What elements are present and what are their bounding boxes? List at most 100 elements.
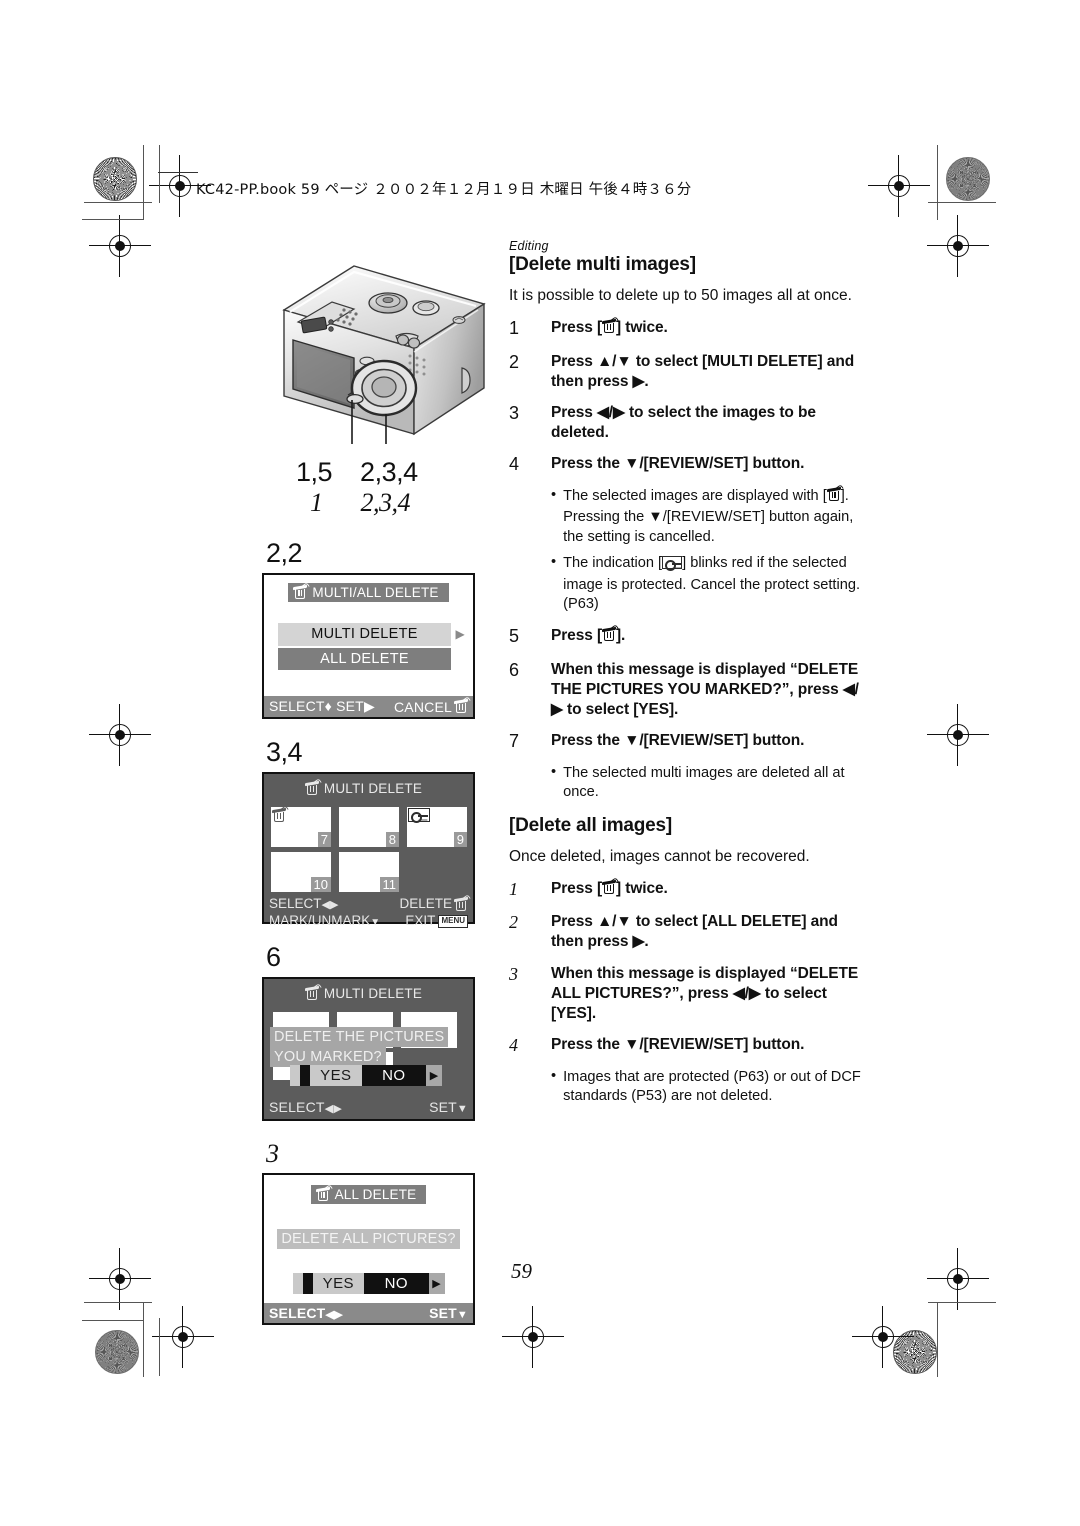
no-button[interactable]: NO <box>361 1065 426 1086</box>
bullet-text: The indication [] blinks red if the sele… <box>563 555 861 613</box>
callout-row-upright: 1,5 2,3,4 <box>262 457 502 488</box>
step-number: 4 <box>509 454 520 475</box>
callout-2-3-4-italic: 2,3,4 <box>360 488 411 517</box>
book-header-line: KC42-PP.book 59 ページ ２００２年１２月１９日 木曜日 午後４時… <box>158 172 692 199</box>
down-arrow-icon: ▼ <box>456 1309 468 1321</box>
screen-2-footer: SELECT◀▶ DELETE MARK/UNMARK▼ EXIT MENU <box>264 894 473 934</box>
section2-title: [Delete all images] <box>509 814 673 836</box>
registration-target-bottom-left <box>89 1248 151 1310</box>
step-number: 2 <box>509 912 518 933</box>
thumbnail-item[interactable]: 7 <box>271 805 331 847</box>
screen-1-title: MULTI/ALL DELETE <box>288 582 449 602</box>
crop-line-bottom-right-v <box>937 1302 938 1377</box>
no-button[interactable]: NO <box>364 1273 429 1295</box>
step-text: When this message is displayed “DELETE T… <box>551 660 859 718</box>
menu-item-multi-delete[interactable]: MULTI DELETE ▶ <box>278 623 465 646</box>
key-icon <box>408 808 430 827</box>
step-item: 1 Press [] twice. <box>509 877 869 901</box>
registration-target-bottom-left-2 <box>152 1306 214 1368</box>
crop-line-top-left-v <box>143 145 144 220</box>
step-item: 3 Press ◀/▶ to select the images to be d… <box>509 403 869 443</box>
crop-line-top-left-v2 <box>159 145 160 203</box>
menu-item-all-delete[interactable]: ALL DELETE <box>278 647 451 670</box>
trash-icon <box>602 316 619 340</box>
down-arrow-icon: ▼ <box>370 916 381 928</box>
thumbnail-item[interactable]: 8 <box>339 807 399 847</box>
section1-intro: It is possible to delete up to 50 images… <box>509 287 852 304</box>
page-title: [Delete multi images] <box>509 254 696 275</box>
screen-2-footer-mark: MARK/UNMARK▼ <box>269 912 381 928</box>
step-number: 5 <box>509 626 520 647</box>
screen-4-footer-left: SELECT◀▶ <box>269 1305 343 1321</box>
screen-3-step-label: 6 <box>266 942 281 972</box>
thumbnail-grid: 7 8 9 10 11 <box>264 801 473 896</box>
registration-target-bottom-right <box>927 1248 989 1310</box>
screen-4-title-text: ALL DELETE <box>334 1187 417 1202</box>
step-number: 6 <box>509 659 520 680</box>
step-text: Press []. <box>551 624 625 648</box>
menu-item-multi-delete-label: MULTI DELETE <box>311 626 418 642</box>
step-item: 1 Press [] twice. <box>509 316 869 340</box>
screen-4-title-row: ALL DELETE <box>264 1175 473 1207</box>
chevron-right-icon: ▶ <box>363 698 375 714</box>
screen-1-title-row: MULTI/ALL DELETE <box>264 575 473 605</box>
screen-2-title-row: MULTI DELETE <box>264 774 473 801</box>
trash-icon <box>304 983 322 1001</box>
callout-2-3-4: 2,3,4 <box>360 457 418 487</box>
step-item: 2 Press ▲/▼ to select [ALL DELETE] and t… <box>509 912 869 952</box>
book-header-text: KC42-PP.book 59 ページ ２００２年１２月１９日 木曜日 午後４時… <box>196 182 692 198</box>
registration-density-top-right <box>946 157 990 201</box>
header-rule <box>158 172 198 174</box>
step-text: When this message is displayed “DELETE A… <box>551 964 859 1022</box>
screen-2-footer-delete: DELETE <box>399 894 471 913</box>
bullet-dot: • <box>551 763 557 780</box>
yes-button[interactable]: YES <box>312 1273 365 1295</box>
thumbnail-item[interactable]: 9 <box>407 807 467 847</box>
screen-2-step-label: 3,4 <box>266 737 303 767</box>
crop-line-bottom-left-v <box>143 1302 144 1377</box>
step-item: 7 Press the ▼/[REVIEW/SET] button. <box>509 731 869 753</box>
bullet-item: • The selected images are displayed with… <box>551 484 869 547</box>
thumbnail-number: 9 <box>453 832 467 847</box>
screen-3-footer-left: SELECT◀▶ <box>269 1099 342 1115</box>
screen-3-yesno[interactable]: YES NO ▶ <box>290 1065 442 1086</box>
section1-steps-part2: 5 Press []. 6 When this message is displ… <box>509 624 869 753</box>
step-item: 4 Press the ▼/[REVIEW/SET] button. <box>509 1035 869 1057</box>
updown-arrow-icon: ♦ <box>324 698 333 714</box>
screen-4-title: ALL DELETE <box>310 1184 427 1204</box>
screen-2-footer-exit: EXIT MENU <box>405 913 468 930</box>
step-number: 7 <box>509 731 520 752</box>
registration-density-bottom-left <box>95 1330 139 1374</box>
bullet-text: Images that are protected (P63) or out o… <box>563 1068 861 1105</box>
bullet-item: • Images that are protected (P63) or out… <box>551 1068 869 1107</box>
trash-icon <box>454 894 471 912</box>
callout-row-italic: 1 2,3,4 <box>262 488 502 518</box>
camera-illustration <box>262 248 502 463</box>
yes-button[interactable]: YES <box>310 1065 362 1086</box>
camera-svg <box>282 265 486 444</box>
screen-1-title-text: MULTI/ALL DELETE <box>312 585 439 600</box>
registration-target-bottom-right-2 <box>852 1306 914 1368</box>
screen-2-footer-select: SELECT◀▶ <box>269 896 339 911</box>
section1-bullets-after-step7: • The selected multi images are deleted … <box>551 764 869 803</box>
screen-4-yesno[interactable]: YES NO ▶ <box>292 1273 445 1295</box>
step-number: 4 <box>509 1035 518 1056</box>
thumbnail-item[interactable]: 11 <box>339 852 399 892</box>
screen-3-title: MULTI DELETE <box>304 983 432 1003</box>
crop-line-bottom-left-h <box>84 1302 152 1303</box>
menu-button-icon: MENU <box>438 914 468 928</box>
thumbnail-number: 8 <box>385 832 399 847</box>
chevron-right-icon: ▶ <box>428 1273 445 1295</box>
bullet-text: The selected multi images are deleted al… <box>563 764 845 801</box>
step-number: 1 <box>509 318 520 339</box>
thumbnail-item[interactable]: 10 <box>271 852 331 892</box>
screen-4-footer: SELECT◀▶ SET▼ <box>264 1303 473 1323</box>
screen-4-footer-right: SET▼ <box>429 1305 468 1321</box>
down-arrow-icon: ▼ <box>456 1103 468 1115</box>
crop-line-bottom-right-h <box>928 1302 996 1303</box>
step-text: Press ◀/▶ to select the images to be del… <box>551 403 816 441</box>
bullet-dot: • <box>551 1067 557 1084</box>
trash-icon <box>826 484 844 508</box>
left-right-arrow-icon: ◀▶ <box>325 1309 343 1321</box>
screen-1-step-label: 2,2 <box>266 538 303 568</box>
